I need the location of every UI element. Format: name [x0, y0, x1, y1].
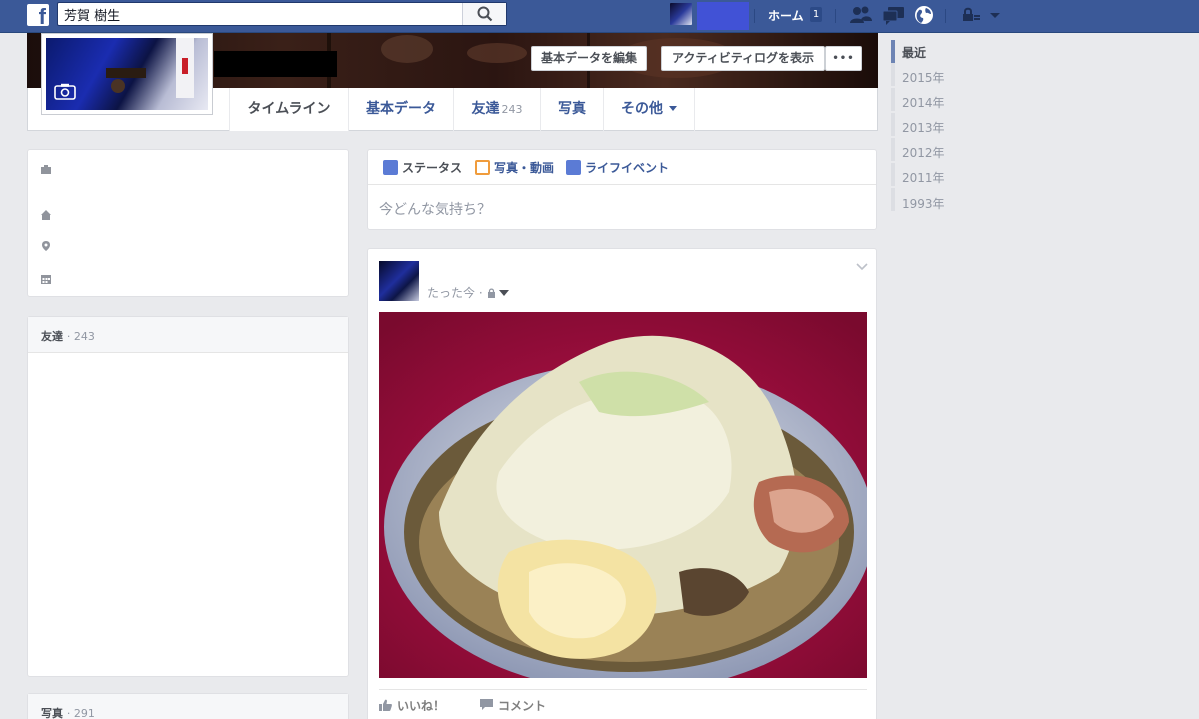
home-link[interactable]: ホーム	[768, 7, 804, 24]
work-icon	[41, 165, 51, 174]
tab-more[interactable]: その他	[603, 88, 695, 131]
friends-card: 友達 · 243	[27, 316, 349, 677]
messages-icon[interactable]	[882, 5, 904, 25]
composer: ステータス 写真・動画 ライフイベント 今どんな気持ち？	[367, 149, 877, 230]
activity-log-button[interactable]: アクティビティログを表示	[661, 46, 825, 71]
profile-name-redacted	[214, 51, 337, 77]
search-box	[57, 2, 507, 26]
chat-bubbles-icon	[882, 7, 904, 25]
tab-timeline[interactable]: タイムライン	[229, 88, 348, 131]
timeline-item-recent[interactable]: 最近	[902, 44, 926, 61]
divider	[835, 9, 836, 23]
friends-card-title[interactable]: 友達	[41, 330, 63, 343]
tab-label: タイムライン	[247, 101, 331, 117]
post-photo[interactable]	[379, 312, 867, 678]
composer-tab-status[interactable]: ステータス	[383, 159, 462, 176]
composer-tab-life-event[interactable]: ライフイベント	[566, 159, 669, 176]
tab-label: 友達	[471, 101, 500, 117]
tab-label: 写真	[558, 101, 586, 117]
facebook-logo[interactable]: f	[27, 4, 49, 26]
flag-icon	[566, 160, 581, 175]
friends-icon	[850, 6, 872, 23]
timeline-item-2013[interactable]: 2013年	[902, 119, 945, 136]
search-button[interactable]	[462, 3, 506, 25]
timeline-item-1993[interactable]: 1993年	[902, 195, 945, 212]
timeline-item-2015[interactable]: 2015年	[902, 69, 945, 86]
home-count-badge: 1	[810, 7, 822, 22]
audience-caret-icon[interactable]	[499, 289, 510, 297]
caret-down-icon	[990, 13, 1000, 18]
photos-card-title[interactable]: 写真	[41, 707, 63, 719]
more-options-button[interactable]: •••	[825, 46, 862, 71]
post-author-avatar[interactable]	[379, 261, 419, 301]
calendar-icon	[41, 275, 51, 284]
comment-icon	[480, 699, 493, 710]
caret-down-icon	[669, 105, 677, 111]
dot-separator: ·	[478, 286, 483, 300]
timeline-item-2014[interactable]: 2014年	[902, 94, 945, 111]
top-bar: f ホーム 1	[0, 0, 1199, 33]
comment-button[interactable]: コメント	[480, 697, 546, 714]
tab-label: その他	[621, 101, 663, 117]
composer-tab-label: ステータス	[402, 161, 463, 175]
post-timestamp[interactable]: たった今	[427, 286, 475, 300]
home-icon	[41, 210, 51, 220]
composer-tab-photo[interactable]: 写真・動画	[475, 159, 554, 176]
account-menu-button[interactable]	[988, 5, 1010, 25]
divider	[754, 9, 755, 23]
composer-tab-label: ライフイベント	[585, 161, 670, 175]
location-icon	[42, 241, 50, 251]
post-card: たった今 · いいね！ コメント	[367, 248, 877, 719]
like-label: いいね！	[397, 699, 446, 713]
user-name-link[interactable]	[697, 2, 749, 30]
profile-photo	[46, 38, 208, 110]
dot-separator: ·	[66, 707, 74, 719]
thumbs-up-icon	[379, 699, 392, 711]
camera-icon[interactable]	[54, 83, 76, 100]
lock-icon	[487, 288, 495, 298]
chevron-down-icon[interactable]	[856, 263, 868, 271]
photos-card: 写真 · 291	[27, 693, 349, 719]
friends-card-count: 243	[73, 330, 95, 343]
photos-card-count: 291	[73, 707, 95, 719]
globe-icon	[915, 6, 933, 24]
tab-photos[interactable]: 写真	[540, 88, 603, 131]
tab-about[interactable]: 基本データ	[348, 88, 453, 131]
post-meta: たった今 ·	[427, 284, 510, 301]
timeline-item-2011[interactable]: 2011年	[902, 169, 945, 186]
photo-icon	[475, 160, 490, 175]
edit-profile-button[interactable]: 基本データを編集	[531, 46, 647, 71]
user-avatar-thumb[interactable]	[670, 3, 692, 25]
tab-label: 基本データ	[366, 101, 436, 117]
profile-picture[interactable]	[41, 33, 213, 115]
intro-card	[27, 149, 349, 297]
post-actions: いいね！ コメント	[379, 689, 867, 719]
lock-people-icon	[963, 7, 980, 21]
divider	[945, 9, 946, 23]
friend-requests-icon[interactable]	[849, 5, 872, 25]
tab-friends[interactable]: 友達 243	[453, 88, 540, 131]
ramen-photo	[379, 312, 867, 678]
notifications-icon[interactable]	[914, 5, 936, 25]
photos-card-header[interactable]: 写真 · 291	[28, 694, 348, 719]
search-icon	[477, 6, 493, 22]
dot-separator: ·	[66, 330, 74, 343]
friends-count: 243	[501, 103, 523, 116]
pencil-icon	[383, 160, 398, 175]
friends-card-header[interactable]: 友達 · 243	[28, 317, 348, 353]
composer-tabs: ステータス 写真・動画 ライフイベント	[368, 150, 876, 185]
timeline-item-2012[interactable]: 2012年	[902, 144, 945, 161]
composer-tab-label: 写真・動画	[494, 161, 555, 175]
composer-input[interactable]: 今どんな気持ち？	[379, 199, 491, 219]
search-input[interactable]	[64, 6, 444, 22]
comment-label: コメント	[498, 699, 547, 713]
like-button[interactable]: いいね！	[379, 697, 445, 714]
privacy-shortcuts-icon[interactable]	[960, 5, 982, 25]
